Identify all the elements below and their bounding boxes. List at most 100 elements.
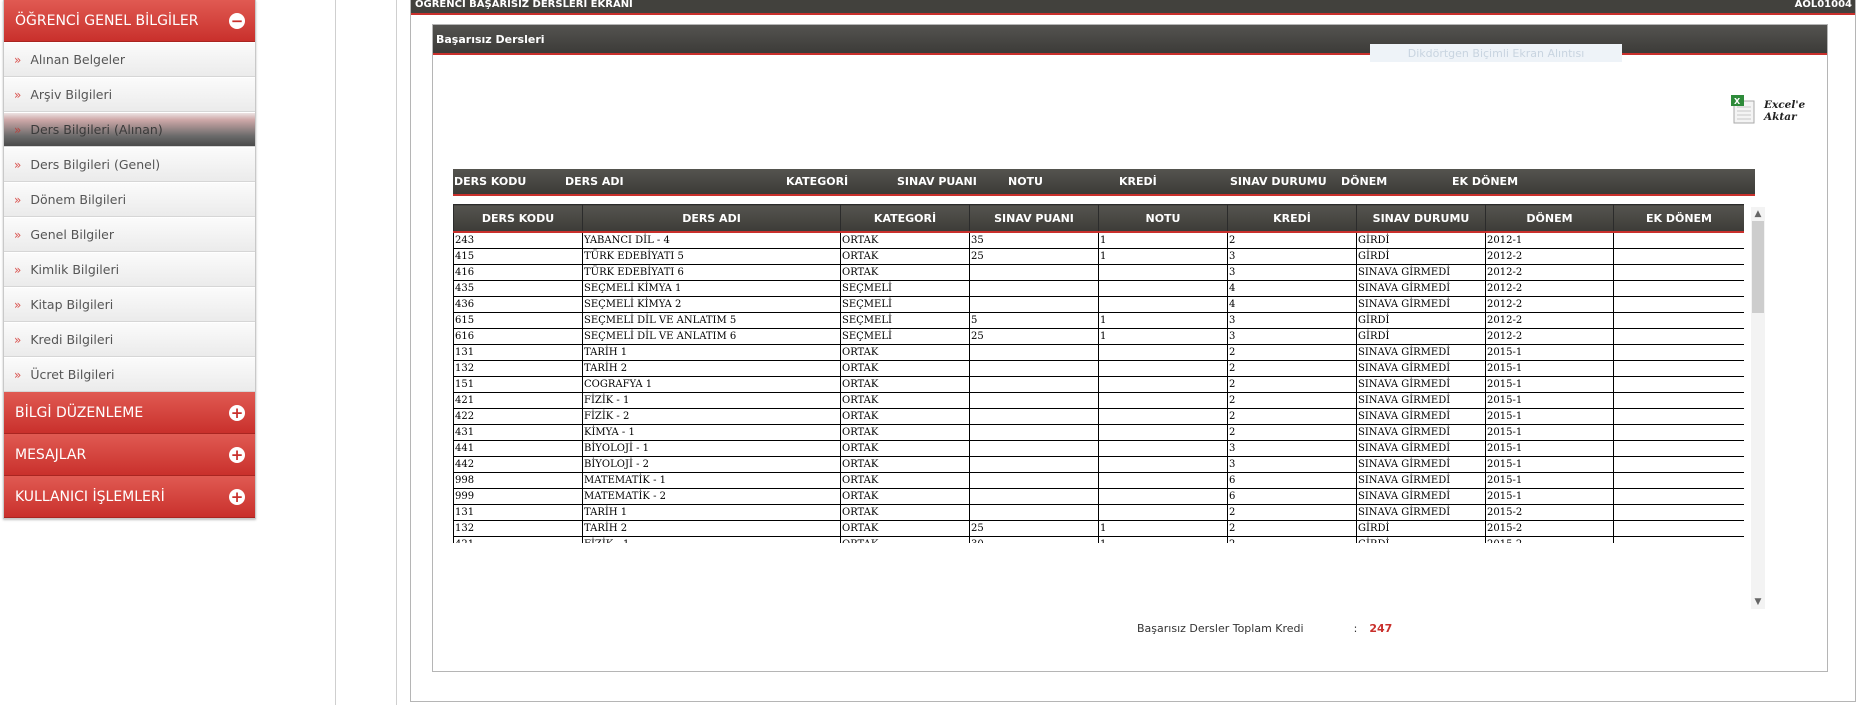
sidebar-item[interactable]: » Ders Bilgileri (Alınan) xyxy=(4,112,255,147)
table-row[interactable]: 131 TARİH 1 ORTAK 2 SINAVA GİRMEDİ 2015-2 xyxy=(453,504,1744,521)
sidebar-item[interactable]: » Kimlik Bilgileri xyxy=(4,252,255,287)
table-cell xyxy=(1098,424,1228,441)
table-cell: ORTAK xyxy=(840,504,970,521)
table-cell: SEÇMELİ KİMYA 2 xyxy=(582,296,841,313)
column-header[interactable]: EK DÖNEM xyxy=(1613,204,1744,233)
table-row[interactable]: 436 SEÇMELİ KİMYA 2 SEÇMELİ 4 SINAVA GİRMEDİ… xyxy=(453,296,1744,313)
table-cell: 132 xyxy=(453,360,583,377)
section-mesajlar[interactable]: MESAJLAR + xyxy=(4,434,255,476)
table-row[interactable]: 243 YABANCI DİL - 4 ORTAK 35 1 2 GİRDİ 2012-1 xyxy=(453,231,1744,249)
table-cell: 1 xyxy=(1098,520,1228,537)
sidebar-item[interactable]: » Alınan Belgeler xyxy=(4,42,255,77)
table-cell xyxy=(1613,328,1744,345)
table-cell: 2 xyxy=(1227,408,1357,425)
table-row[interactable]: 431 KİMYA - 1 ORTAK 2 SINAVA GİRMEDİ 2015-1 xyxy=(453,424,1744,441)
table-cell: 2015-1 xyxy=(1485,472,1614,489)
table-cell: YABANCI DİL - 4 xyxy=(582,231,841,249)
column-filter[interactable]: SINAV DURUMU xyxy=(1229,175,1340,188)
table-row[interactable]: 422 FİZİK - 2 ORTAK 2 SINAVA GİRMEDİ 2015-1 xyxy=(453,408,1744,425)
table-cell: SINAVA GİRMEDİ xyxy=(1356,360,1486,377)
table-row[interactable]: 131 TARİH 1 ORTAK 2 SINAVA GİRMEDİ 2015-1 xyxy=(453,344,1744,361)
scroll-down-icon[interactable]: ▼ xyxy=(1751,595,1765,609)
sidebar-item[interactable]: » Dönem Bilgileri xyxy=(4,182,255,217)
plus-icon[interactable]: + xyxy=(229,404,245,421)
table-cell xyxy=(969,280,1099,297)
table-cell: TARİH 2 xyxy=(582,360,841,377)
column-header[interactable]: NOTU xyxy=(1098,204,1228,233)
table-row[interactable]: 999 MATEMATİK - 2 ORTAK 6 SINAVA GİRMEDİ 2015… xyxy=(453,488,1744,505)
column-header[interactable]: DERS KODU xyxy=(453,204,583,233)
column-filter[interactable]: NOTU xyxy=(1007,175,1118,188)
sidebar-item[interactable]: » Ücret Bilgileri xyxy=(4,357,255,392)
table-cell: 421 xyxy=(453,392,583,409)
column-filter[interactable]: SINAV PUANI xyxy=(896,175,1007,188)
table-cell: ORTAK xyxy=(840,376,970,393)
sidebar-item[interactable]: » Kitap Bilgileri xyxy=(4,287,255,322)
table-cell: 2 xyxy=(1227,376,1357,393)
table-row[interactable]: 998 MATEMATİK - 1 ORTAK 6 SINAVA GİRMEDİ 2015… xyxy=(453,472,1744,489)
column-header[interactable]: KATEGORİ xyxy=(840,204,970,233)
sidebar-item[interactable]: » Ders Bilgileri (Genel) xyxy=(4,147,255,182)
column-header[interactable]: SINAV PUANI xyxy=(969,204,1099,233)
table-row[interactable]: 441 BİYOLOJİ - 1 ORTAK 3 SINAVA GİRMEDİ 2015-… xyxy=(453,440,1744,457)
excel-export-button[interactable]: X Excel'e Aktar xyxy=(1731,95,1809,125)
table-row[interactable]: 421 FİZİK - 1 ORTAK 2 SINAVA GİRMEDİ 2015-1 xyxy=(453,392,1744,409)
total-label: Başarısız Dersler Toplam Kredi xyxy=(1137,622,1304,635)
table-row[interactable]: 415 TÜRK EDEBİYATI 5 ORTAK 25 1 3 GİRDİ 2012-2 xyxy=(453,248,1744,265)
column-filter[interactable]: DERS ADI xyxy=(564,175,785,188)
column-filter[interactable]: DÖNEM xyxy=(1340,175,1451,188)
table-cell xyxy=(969,440,1099,457)
table-row[interactable]: 421FİZİK - 1ORTAK3012GİRDİ2015-2 xyxy=(453,536,1744,543)
column-header[interactable]: SINAV DURUMU xyxy=(1356,204,1486,233)
table-cell: 615 xyxy=(453,312,583,329)
column-header[interactable]: DÖNEM xyxy=(1485,204,1614,233)
sidebar-item-label: Dönem Bilgileri xyxy=(30,192,127,207)
table-row[interactable]: 132 TARİH 2 ORTAK 2 SINAVA GİRMEDİ 2015-1 xyxy=(453,360,1744,377)
table-cell: GİRDİ xyxy=(1356,312,1486,329)
column-filter[interactable]: KATEGORİ xyxy=(785,175,896,188)
table-cell xyxy=(1613,456,1744,473)
table-cell: BİYOLOJİ - 1 xyxy=(582,440,841,457)
table-cell: 441 xyxy=(453,440,583,457)
scroll-up-icon[interactable]: ▲ xyxy=(1751,207,1765,221)
section-kullanici-islemleri[interactable]: KULLANICI İŞLEMLERİ + xyxy=(4,476,255,518)
table-row[interactable]: 442 BİYOLOJİ - 2 ORTAK 3 SINAVA GİRMEDİ 2015-… xyxy=(453,456,1744,473)
table-row[interactable]: 151 COGRAFYA 1 ORTAK 2 SINAVA GİRMEDİ 2015-1 xyxy=(453,376,1744,393)
sidebar-item[interactable]: » Kredi Bilgileri xyxy=(4,322,255,357)
table-cell xyxy=(1613,296,1744,313)
column-header[interactable]: DERS ADI xyxy=(582,204,841,233)
table-cell: TÜRK EDEBİYATI 5 xyxy=(582,248,841,265)
table-row[interactable]: 616 SEÇMELİ DİL VE ANLATIM 6 SEÇMELİ 25 1 3 Gİ… xyxy=(453,328,1744,345)
table-row[interactable]: 416 TÜRK EDEBİYATI 6 ORTAK 3 SINAVA GİRMEDİ 2… xyxy=(453,264,1744,281)
minus-icon[interactable]: − xyxy=(229,12,245,29)
table-cell: 2012-2 xyxy=(1485,328,1614,345)
table-cell xyxy=(969,408,1099,425)
page-title: ÖĞRENCİ BAŞARISIZ DERSLERİ EKRANI xyxy=(415,0,633,10)
plus-icon[interactable]: + xyxy=(229,488,245,505)
table-cell: COGRAFYA 1 xyxy=(582,376,841,393)
table-cell: 3 xyxy=(1227,328,1357,345)
table-body: 243 YABANCI DİL - 4 ORTAK 35 1 2 GİRDİ 2012-1 41… xyxy=(453,231,1744,543)
vertical-scrollbar[interactable]: ▲ ▼ xyxy=(1751,207,1765,609)
divider xyxy=(396,0,397,705)
section-ogrenci-genel-bilgiler[interactable]: ÖĞRENCİ GENEL BİLGİLER − xyxy=(4,0,255,42)
scroll-thumb[interactable] xyxy=(1752,221,1764,313)
table-row[interactable]: 435 SEÇMELİ KİMYA 1 SEÇMELİ 4 SINAVA GİRMEDİ… xyxy=(453,280,1744,297)
column-filter[interactable]: KREDİ xyxy=(1118,175,1229,188)
plus-icon[interactable]: + xyxy=(229,446,245,463)
table-cell xyxy=(969,472,1099,489)
table-cell: SEÇMELİ DİL VE ANLATIM 6 xyxy=(582,328,841,345)
table-cell: 1 xyxy=(1098,312,1228,329)
sidebar-item[interactable]: » Genel Bilgiler xyxy=(4,217,255,252)
table-row[interactable]: 132 TARİH 2 ORTAK 25 1 2 GİRDİ 2015-2 xyxy=(453,520,1744,537)
column-filter[interactable]: DERS KODU xyxy=(453,175,564,188)
section-bilgi-duzenleme[interactable]: BİLGİ DÜZENLEME + xyxy=(4,392,255,434)
table-row[interactable]: 615 SEÇMELİ DİL VE ANLATIM 5 SEÇMELİ 5 1 3 GİR… xyxy=(453,312,1744,329)
table-cell: ORTAK xyxy=(840,392,970,409)
column-filter[interactable]: EK DÖNEM xyxy=(1451,175,1562,188)
failed-courses-panel: Başarısız Dersleri Dikdörtgen Biçimli Ek… xyxy=(432,24,1828,672)
table-cell xyxy=(1613,280,1744,297)
column-header[interactable]: KREDİ xyxy=(1227,204,1357,233)
sidebar-item[interactable]: » Arşiv Bilgileri xyxy=(4,77,255,112)
results-scroll-area[interactable]: DERS KODU DERS ADI KATEGORİ SINAV PUANI NOTU… xyxy=(453,204,1744,543)
